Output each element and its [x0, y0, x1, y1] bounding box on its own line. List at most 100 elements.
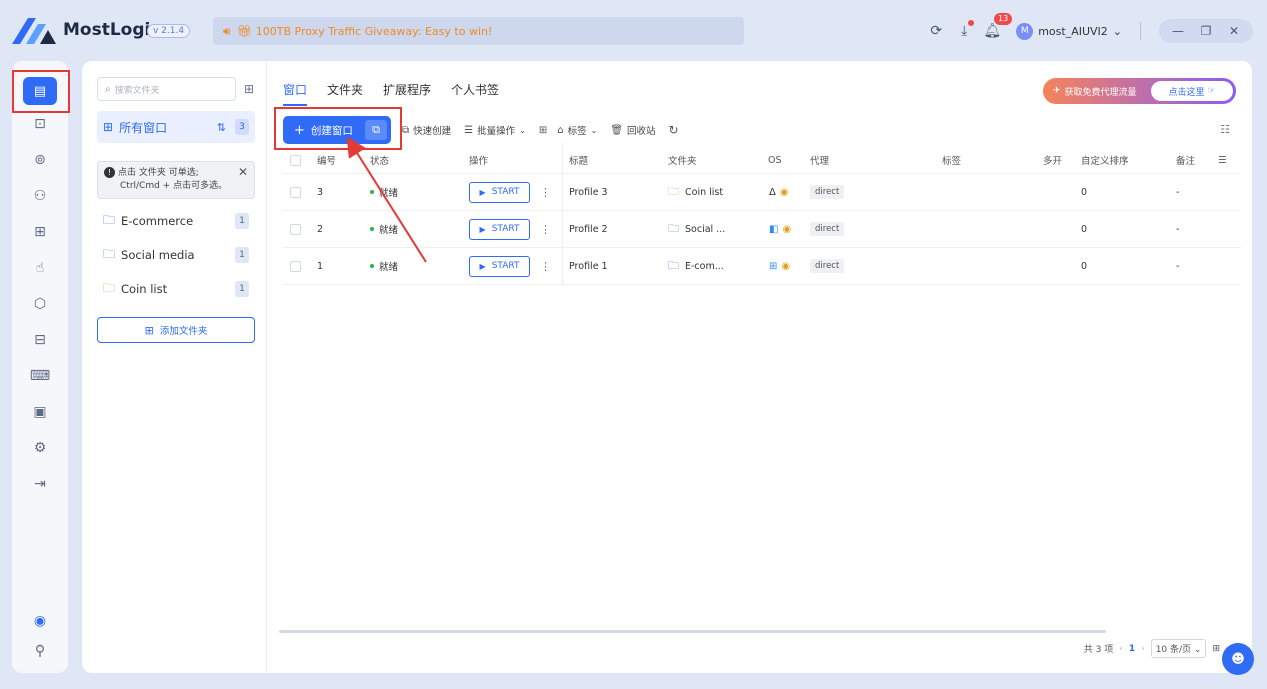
row-title: Profile 3 [569, 186, 608, 198]
rail-location-icon[interactable]: ⊚ [12, 145, 68, 175]
chrome-icon: ◉ [781, 260, 791, 272]
proxy-tag: direct [810, 185, 845, 199]
close-tip-icon[interactable]: ✕ [238, 166, 248, 179]
rail-team-icon[interactable]: ⚇ [12, 181, 68, 211]
rail-profile-icon[interactable]: ⊡ [12, 109, 68, 139]
refresh-button[interactable]: ↻ [669, 123, 683, 137]
recycle-button[interactable]: 🗑︎ 回收站 [610, 123, 655, 138]
quick-create-button[interactable]: ⧉ 快速创建 [402, 123, 451, 138]
all-windows-item[interactable]: ⊞ 所有窗口 ⇅ 3 [97, 111, 255, 143]
rail-apps-icon[interactable]: ⊟ [12, 325, 68, 355]
table-row[interactable]: 2 就绪 ▶ START ⋮ Profile 2 🗀 Social ... ◧ ◉ d… [283, 211, 1241, 248]
row-title: Profile 2 [569, 223, 608, 235]
chat-bot-icon[interactable]: ☻ [1222, 643, 1254, 675]
column-toggle-icon[interactable]: ☰ [1218, 147, 1227, 173]
rail-settings-icon[interactable]: ⚙ [12, 433, 68, 463]
header-folder[interactable]: 文件夹 [668, 147, 697, 173]
folder-search-input[interactable]: ⌕ 搜索文件夹 [97, 77, 236, 101]
start-button[interactable]: ▶ START [469, 218, 530, 240]
copy-icon: ⧉ [402, 124, 410, 136]
download-icon[interactable]: ⤓ [952, 19, 976, 43]
table-row[interactable]: 3 就绪 ▶ START ⋮ Profile 3 🗀 Coin list Δ ◉ di… [283, 174, 1241, 211]
gift-icon: 🎁︎ [236, 24, 252, 38]
linux-icon: Δ [769, 186, 776, 198]
sync-icon[interactable]: ⟳ [924, 19, 948, 43]
header-title[interactable]: 标题 [569, 147, 588, 173]
table-row[interactable]: 1 就绪 ▶ START ⋮ Profile 1 🗀 E-com... ⊞ ◉ dir… [283, 248, 1241, 285]
info-icon: ! [104, 167, 115, 178]
rail-support-icon[interactable]: ◉ [12, 606, 68, 636]
pointer-icon: ☞ [1207, 86, 1216, 96]
play-icon: ▶ [479, 261, 486, 271]
minimize-icon[interactable]: — [1165, 21, 1191, 41]
highlight-box-create [274, 107, 402, 150]
avatar: M [1016, 22, 1034, 40]
more-icon[interactable]: ⋮ [540, 211, 551, 247]
batch-ops-button[interactable]: ☰ 批量操作 ⌄ [464, 123, 526, 138]
play-icon: ▶ [479, 224, 486, 234]
rail-export-icon[interactable]: ⇥ [12, 469, 68, 499]
folder-item-coin-list[interactable]: 🗀 Coin list 1 [97, 278, 255, 300]
sort-icon[interactable]: ⇅ [217, 121, 226, 134]
tab-windows[interactable]: 窗口 [283, 81, 308, 106]
header-os[interactable]: OS [768, 147, 782, 173]
add-folder-button[interactable]: ⊞ 添加文件夹 [97, 317, 255, 343]
window-controls: — ❐ ✕ [1159, 19, 1253, 43]
column-settings-icon[interactable]: ☷ [1220, 123, 1230, 136]
tab-extensions[interactable]: 扩展程序 [383, 81, 431, 98]
horizontal-scrollbar[interactable] [279, 630, 1106, 633]
import-icon: ⊞ [538, 124, 548, 136]
page-size-select[interactable]: 10 条/页 ⌄ [1150, 639, 1207, 658]
next-page-icon[interactable]: › [1141, 644, 1145, 654]
tags-button[interactable]: ⌂ 标签 ⌄ [557, 123, 597, 138]
header-tags[interactable]: 标签 [942, 147, 961, 173]
header-note[interactable]: 备注 [1176, 147, 1195, 173]
status-dot [370, 264, 374, 268]
more-icon[interactable]: ⋮ [540, 174, 551, 210]
row-checkbox[interactable] [290, 223, 301, 235]
import-button[interactable]: ⊞ [539, 125, 551, 136]
new-folder-icon[interactable]: ⊞ [242, 82, 256, 96]
rail-account-icon[interactable]: ⚲ [12, 636, 68, 666]
rail-bookmark-icon[interactable]: ⊞ [12, 217, 68, 247]
header-status[interactable]: 状态 [370, 147, 389, 173]
restore-icon[interactable]: ❐ [1193, 21, 1219, 41]
page-number[interactable]: 1 [1129, 644, 1135, 654]
chevron-down-icon: ⌄ [1112, 24, 1122, 38]
row-status: 就绪 [370, 174, 398, 210]
header-proxy[interactable]: 代理 [810, 147, 829, 173]
table-header: 编号 状态 操作 标题 文件夹 OS 代理 标签 多开 自定义排序 备注 ☰ [283, 147, 1241, 174]
close-icon[interactable]: ✕ [1221, 21, 1247, 41]
search-placeholder: 搜索文件夹 [114, 85, 160, 96]
more-icon[interactable]: ⋮ [540, 248, 551, 284]
header-multi-open[interactable]: 多开 [1043, 147, 1062, 173]
select-all-checkbox[interactable] [290, 154, 301, 166]
grid-view-icon[interactable]: ⊞ [1212, 644, 1220, 654]
rail-code-icon[interactable]: ⌨ [12, 361, 68, 391]
tab-folders[interactable]: 文件夹 [327, 81, 363, 98]
start-button[interactable]: ▶ START [469, 181, 530, 203]
rail-clipboard-icon[interactable]: ▣ [12, 397, 68, 427]
promo-banner[interactable]: 🔊︎ 🎁︎ 100TB Proxy Traffic Giveaway: Easy… [213, 17, 744, 45]
free-proxy-promo[interactable]: ✈ 获取免费代理流量 点击这里 ☞ [1043, 78, 1236, 104]
bell-icon[interactable]: 🔔︎ 13 [980, 13, 1013, 43]
row-checkbox[interactable] [290, 260, 301, 272]
promo-click-button[interactable]: 点击这里 ☞ [1151, 81, 1233, 101]
folder-item-social-media[interactable]: 🗀 Social media 1 [97, 244, 255, 266]
rail-like-icon[interactable]: ☝ [12, 253, 68, 283]
folder-item-ecommerce[interactable]: 🗀 E-commerce 1 [97, 210, 255, 232]
user-menu[interactable]: M most_AIUVI2 ⌄ [1016, 22, 1122, 40]
rail-windows-icon[interactable]: ▤ [23, 77, 57, 105]
prev-page-icon[interactable]: ‹ [1119, 644, 1123, 654]
rail-box-icon[interactable]: ⬡ [12, 289, 68, 319]
header-custom-sort[interactable]: 自定义排序 [1081, 147, 1129, 173]
header-id[interactable]: 编号 [317, 147, 336, 173]
row-folder: 🗀 E-com... [668, 248, 724, 284]
start-button[interactable]: ▶ START [469, 255, 530, 277]
banner-text: 100TB Proxy Traffic Giveaway: Easy to wi… [255, 24, 493, 38]
folder-count: 1 [235, 213, 249, 229]
row-checkbox[interactable] [290, 186, 301, 198]
main-tabs: 窗口 文件夹 扩展程序 个人书签 [283, 81, 499, 106]
row-id: 1 [317, 260, 324, 272]
tab-bookmarks[interactable]: 个人书签 [451, 81, 499, 98]
